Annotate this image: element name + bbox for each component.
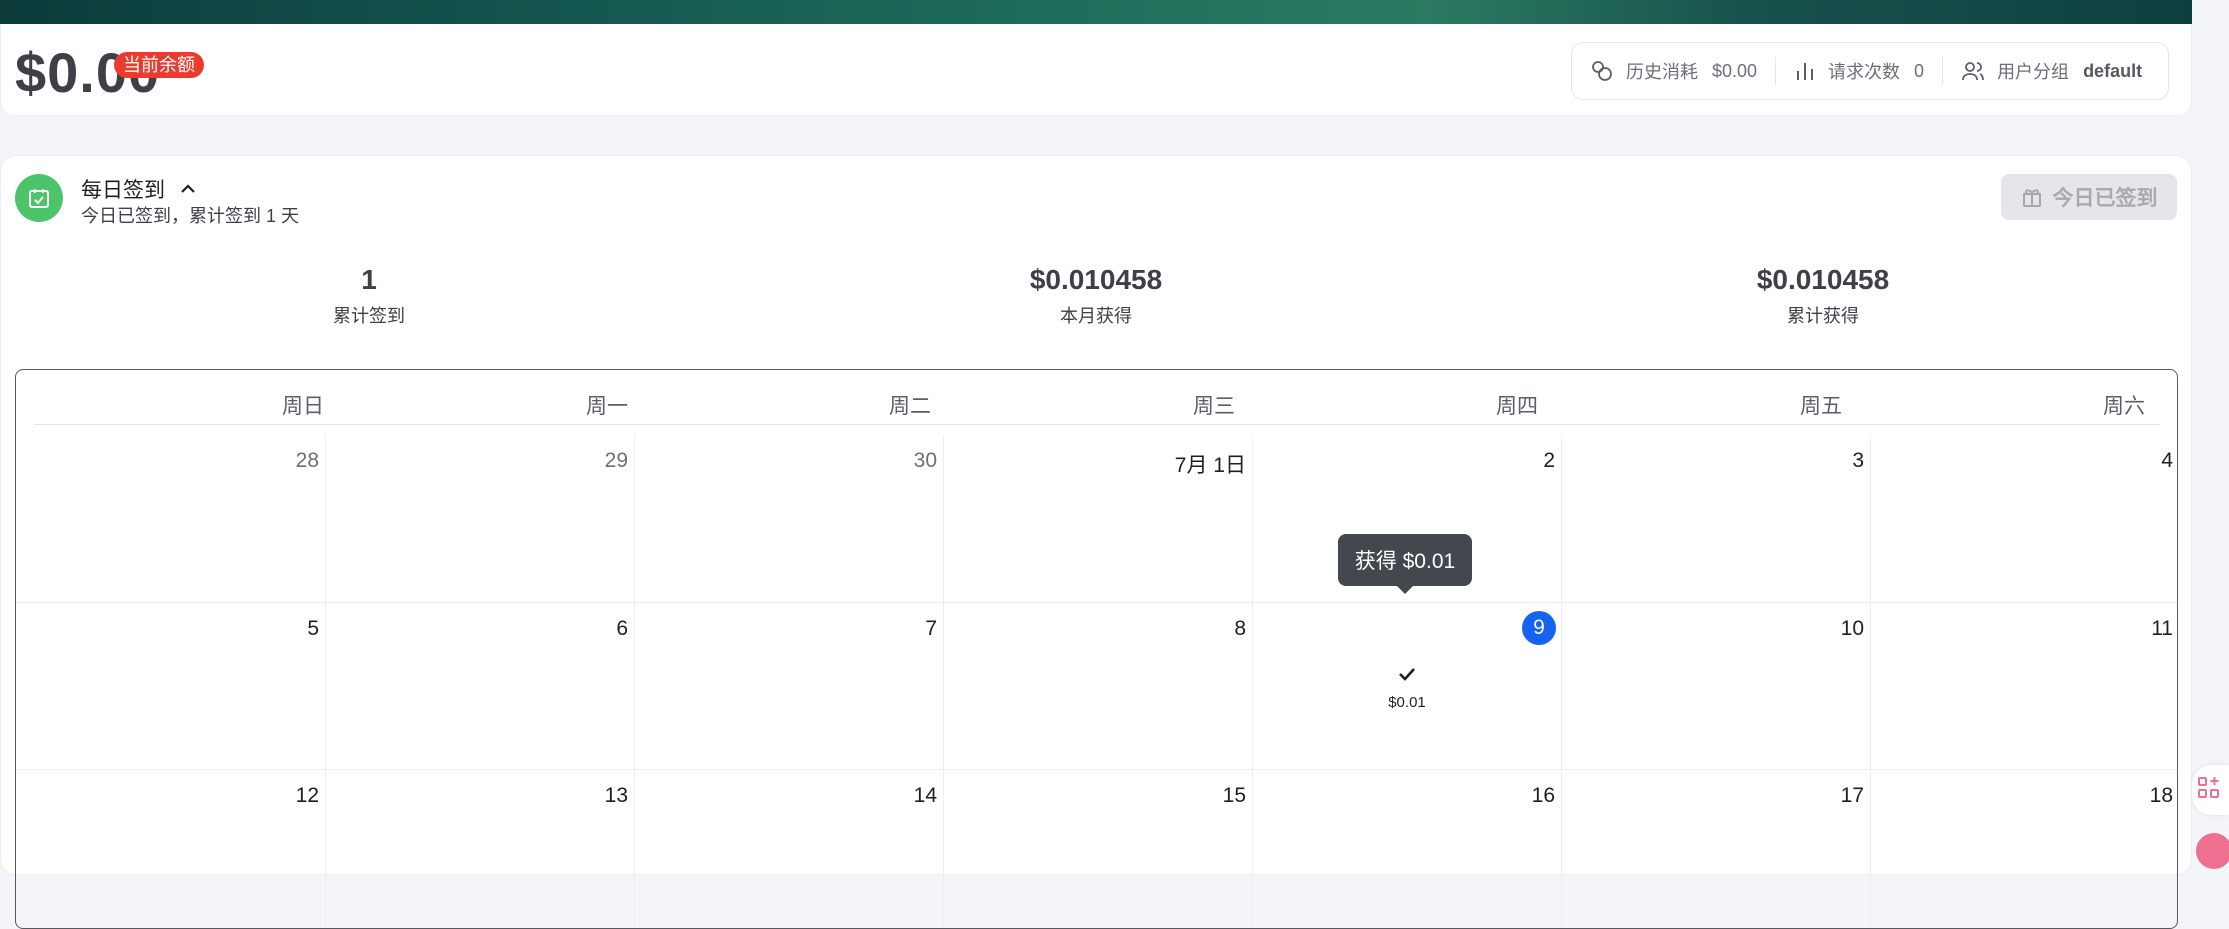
calendar-day[interactable]: 10 bbox=[1562, 603, 1871, 770]
floating-assistant-button[interactable] bbox=[2196, 833, 2229, 869]
checked-day-amount: $0.01 bbox=[1388, 694, 1426, 711]
day-number: 11 bbox=[2151, 617, 2173, 640]
calendar-day[interactable]: 14 bbox=[635, 770, 944, 928]
earned-tooltip: 获得 $0.01 bbox=[1338, 534, 1472, 594]
weekday-label: 周五 bbox=[1800, 395, 1842, 418]
day-number: 15 bbox=[1222, 784, 1246, 807]
checkin-calendar: 周日 周一 周二 周三 周四 周五 周六 28 29 30 7月 1日 2 3 … bbox=[15, 369, 2178, 929]
day-number: 3 bbox=[1852, 449, 1864, 472]
day-number: 18 bbox=[2149, 784, 2173, 807]
checkin-subtitle: 今日已签到，累计签到 1 天 bbox=[81, 206, 300, 226]
day-number: 8 bbox=[1234, 617, 1246, 640]
calendar-day[interactable]: 8 bbox=[944, 603, 1253, 770]
summary-total-earned: $0.010458 累计获得 bbox=[1673, 264, 1973, 328]
check-icon bbox=[1253, 663, 1561, 685]
day-number: 30 bbox=[913, 449, 937, 472]
stat-value: $0.00 bbox=[1712, 60, 1758, 81]
coins-icon bbox=[1590, 59, 1614, 83]
calendar-day[interactable]: 30 bbox=[635, 435, 944, 603]
bar-chart-icon bbox=[1794, 60, 1816, 82]
day-number: 17 bbox=[1840, 784, 1864, 807]
calendar-day[interactable]: 18 bbox=[1871, 770, 2177, 928]
stat-user-group: 用户分组 default bbox=[1943, 43, 2160, 99]
summary-month-earned: $0.010458 本月获得 bbox=[946, 264, 1246, 328]
checkin-title[interactable]: 每日签到 bbox=[81, 174, 197, 204]
day-number: 29 bbox=[604, 449, 628, 472]
stat-history-spend: 历史消耗 $0.00 bbox=[1572, 43, 1775, 99]
gift-icon bbox=[2021, 186, 2043, 208]
summary-label: 累计获得 bbox=[1787, 306, 1859, 326]
calendar-day[interactable]: 13 bbox=[326, 770, 635, 928]
day-number: 13 bbox=[604, 784, 628, 807]
calendar-day[interactable]: 16 bbox=[1253, 770, 1562, 928]
weekday-header: 周日 周一 周二 周三 周四 周五 周六 bbox=[34, 370, 2160, 425]
calendar-day[interactable]: 11 bbox=[1871, 603, 2177, 770]
summary-total-days: 1 累计签到 bbox=[219, 264, 519, 328]
calendar-day[interactable]: 7 bbox=[635, 603, 944, 770]
balance-badge: 当前余额 bbox=[114, 52, 204, 78]
calendar-day[interactable]: 28 bbox=[16, 435, 326, 603]
summary-value: $0.010458 bbox=[1756, 264, 1890, 295]
stat-value: default bbox=[2083, 60, 2143, 81]
stat-label: 请求次数 bbox=[1828, 62, 1901, 82]
calendar-day[interactable]: 12 bbox=[16, 770, 326, 928]
today-day-number: 9 bbox=[1522, 611, 1556, 645]
day-number: 10 bbox=[1840, 617, 1864, 640]
day-number: 7 bbox=[925, 617, 937, 640]
day-number: 16 bbox=[1531, 784, 1555, 807]
floating-apps-button[interactable] bbox=[2192, 765, 2229, 815]
summary-label: 累计签到 bbox=[333, 306, 405, 326]
day-number: 5 bbox=[307, 617, 319, 640]
calendar-day[interactable]: 5 bbox=[16, 603, 326, 770]
day-number: 6 bbox=[616, 617, 628, 640]
stat-request-count: 请求次数 0 bbox=[1776, 43, 1942, 99]
day-number: 4 bbox=[2161, 449, 2173, 472]
day-number: 7月 1日 bbox=[1174, 454, 1246, 477]
usage-stats: 历史消耗 $0.00 请求次数 0 用户分组 default bbox=[1571, 42, 2169, 100]
weekday-label: 周二 bbox=[889, 395, 931, 418]
calendar-day[interactable]: 7月 1日 bbox=[944, 435, 1253, 603]
weekday-label: 周一 bbox=[586, 395, 628, 418]
day-number: 2 bbox=[1543, 449, 1555, 472]
stat-label: 用户分组 bbox=[1997, 62, 2070, 82]
calendar-day[interactable]: 17 bbox=[1562, 770, 1871, 928]
header-banner bbox=[0, 0, 2192, 24]
weekday-label: 周三 bbox=[1193, 395, 1235, 418]
calendar-day[interactable]: 6 bbox=[326, 603, 635, 770]
day-number: 14 bbox=[913, 784, 937, 807]
daily-checkin-card: 每日签到 今日已签到，累计签到 1 天 今日已签到 1 累计签到 $0.0104… bbox=[0, 155, 2192, 929]
day-number: 12 bbox=[295, 784, 319, 807]
users-icon bbox=[1961, 59, 1985, 83]
calendar-day[interactable]: 15 bbox=[944, 770, 1253, 928]
stat-label: 历史消耗 bbox=[1626, 62, 1698, 82]
day-number: 28 bbox=[295, 449, 319, 472]
apps-icon bbox=[2196, 775, 2222, 806]
weekday-label: 周六 bbox=[2103, 395, 2145, 418]
calendar-day[interactable]: 4 bbox=[1871, 435, 2177, 603]
calendar-day[interactable]: 3 bbox=[1562, 435, 1871, 603]
summary-value: $0.010458 bbox=[1029, 264, 1163, 295]
weekday-label: 周四 bbox=[1496, 395, 1538, 418]
checkin-title-text: 每日签到 bbox=[81, 179, 165, 202]
checked-in-button[interactable]: 今日已签到 bbox=[2001, 174, 2177, 220]
calendar-day-today[interactable]: 9 $0.01 bbox=[1253, 603, 1562, 770]
balance-card: $0.00 当前余额 历史消耗 $0.00 请求次数 0 用户分组 defaul… bbox=[0, 24, 2192, 116]
summary-value: 1 bbox=[361, 264, 377, 295]
checked-in-button-label: 今日已签到 bbox=[2052, 187, 2158, 210]
chevron-up-icon[interactable] bbox=[179, 180, 197, 198]
stat-value: 0 bbox=[1914, 60, 1925, 81]
calendar-check-icon bbox=[15, 174, 63, 222]
calendar-day[interactable]: 29 bbox=[326, 435, 635, 603]
weekday-label: 周日 bbox=[282, 395, 324, 418]
summary-label: 本月获得 bbox=[1060, 306, 1132, 326]
